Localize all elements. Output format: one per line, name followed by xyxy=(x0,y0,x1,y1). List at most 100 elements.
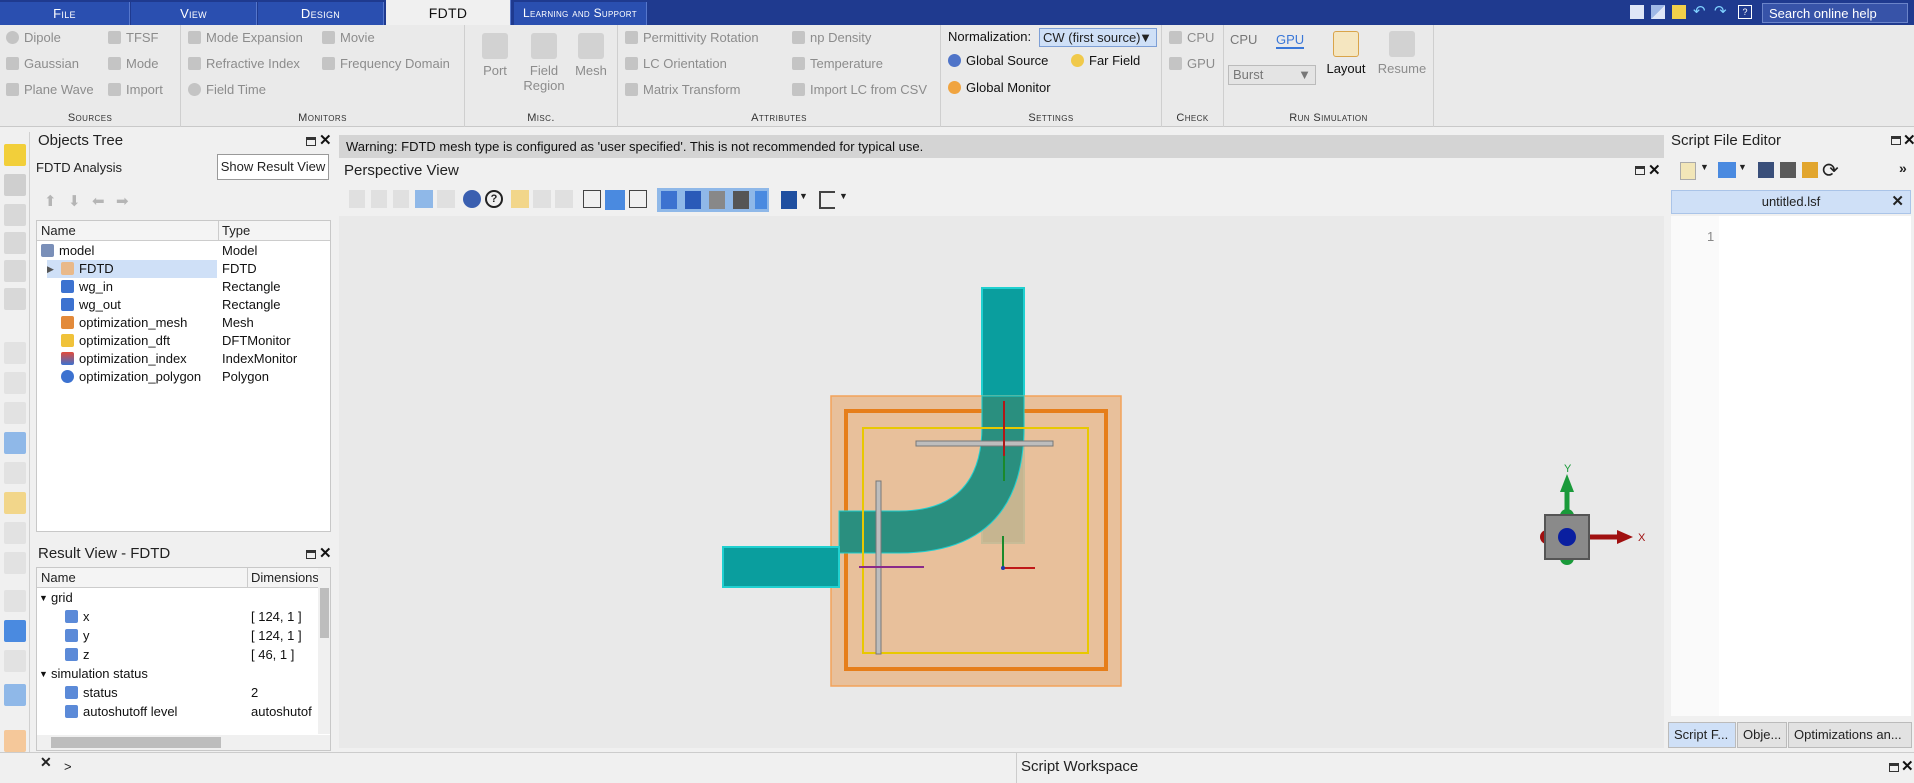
frequency-domain-button[interactable]: Frequency Domain xyxy=(322,56,450,71)
run-mode-select[interactable]: Burst ▼ xyxy=(1228,65,1316,85)
result-row[interactable]: status 2 xyxy=(37,684,317,702)
save-as-icon[interactable] xyxy=(1780,162,1796,178)
solid-view-icon[interactable] xyxy=(661,191,677,209)
close-icon[interactable]: ✕ xyxy=(40,754,52,771)
temperature-button[interactable]: Temperature xyxy=(792,56,883,71)
resume-button[interactable]: Resume xyxy=(1374,31,1430,76)
tab-fdtd[interactable]: FDTD xyxy=(386,0,511,25)
zoom-extent-icon[interactable] xyxy=(511,190,529,208)
array-icon[interactable] xyxy=(4,260,26,282)
search-online-help[interactable]: Search online help xyxy=(1762,3,1908,23)
zoom-in-icon[interactable] xyxy=(4,522,26,544)
view-3d-icon[interactable] xyxy=(4,620,26,642)
tree-row[interactable]: wg_in Rectangle xyxy=(37,278,330,296)
np-density-button[interactable]: np Density xyxy=(792,30,871,45)
view-xz-icon[interactable] xyxy=(629,190,647,208)
scroll-thumb[interactable] xyxy=(51,737,221,748)
scene-svg[interactable]: Y X xyxy=(339,216,1664,748)
move-down-icon[interactable]: ⬇ xyxy=(68,192,81,210)
redo-icon[interactable]: ↷ xyxy=(1714,4,1728,19)
tab-view[interactable]: View xyxy=(131,2,257,25)
move-left-icon[interactable]: ⬅ xyxy=(92,192,105,210)
gaussian-button[interactable]: Gaussian xyxy=(6,56,79,71)
folder-icon[interactable] xyxy=(1802,162,1818,178)
permittivity-rotation-button[interactable]: Permittivity Rotation xyxy=(625,30,759,45)
script-editor-area[interactable]: 1 xyxy=(1671,216,1911,716)
float-icon[interactable] xyxy=(1889,763,1899,772)
refractive-index-button[interactable]: Refractive Index xyxy=(188,56,300,71)
dropdown-arrow-icon[interactable]: ▼ xyxy=(1738,162,1747,172)
collapse-icon[interactable]: ▼ xyxy=(39,665,48,683)
result-row[interactable]: z[ 46, 1 ] xyxy=(37,646,317,664)
dipole-button[interactable]: Dipole xyxy=(6,30,61,45)
edit-properties-icon[interactable] xyxy=(4,174,26,196)
run-tab-gpu[interactable]: GPU xyxy=(1276,32,1305,49)
tab-design[interactable]: Design xyxy=(258,2,384,25)
tab-objects[interactable]: Obje... xyxy=(1737,722,1787,748)
layout-grid-icon[interactable] xyxy=(819,191,835,209)
layout-button[interactable]: Layout xyxy=(1320,31,1372,76)
collapse-icon[interactable]: ▼ xyxy=(39,589,48,607)
plane-wave-button[interactable]: Plane Wave xyxy=(6,82,94,97)
lc-orientation-button[interactable]: LC Orientation xyxy=(625,56,727,71)
tree-row[interactable]: optimization_index IndexMonitor xyxy=(37,350,330,368)
tab-script-file[interactable]: Script F... xyxy=(1668,722,1736,748)
move-right-icon[interactable]: ➡ xyxy=(116,192,129,210)
monitor-out[interactable] xyxy=(915,440,1054,447)
import-button[interactable]: Import xyxy=(108,82,163,97)
zoom-out-icon[interactable] xyxy=(4,552,26,574)
view-xz-icon[interactable] xyxy=(4,650,26,672)
zoom-region-icon[interactable] xyxy=(4,372,26,394)
float-icon[interactable] xyxy=(306,550,316,559)
global-source-button[interactable]: Global Source xyxy=(948,53,1048,68)
wg-in[interactable] xyxy=(722,546,840,588)
result-row-group[interactable]: ▼ simulation status xyxy=(37,665,317,683)
far-field-button[interactable]: Far Field xyxy=(1071,53,1140,68)
tab-file[interactable]: File xyxy=(0,2,130,25)
show-result-view-button[interactable]: Show Result View xyxy=(217,154,329,180)
dropdown-arrow-icon[interactable]: ▼ xyxy=(839,191,848,201)
normalization-select[interactable]: CW (first source) ▼ xyxy=(1039,28,1157,47)
perspective-canvas[interactable]: Y X xyxy=(339,216,1664,748)
result-row[interactable]: autoshutoff level autoshutof xyxy=(37,703,317,721)
zoom-icon[interactable] xyxy=(4,492,26,514)
result-row[interactable]: x[ 124, 1 ] xyxy=(37,608,317,626)
undo-icon[interactable]: ↶ xyxy=(1693,4,1707,19)
help-icon[interactable]: ? xyxy=(1738,5,1752,19)
port-button[interactable]: Port xyxy=(475,33,515,78)
help-icon[interactable]: ? xyxy=(485,190,503,208)
new-file-icon[interactable] xyxy=(1680,162,1696,180)
box-icon[interactable] xyxy=(781,191,797,209)
overflow-icon[interactable]: » xyxy=(1899,160,1907,176)
tree-row-selected[interactable]: ▶ FDTD FDTD xyxy=(37,260,330,278)
mesh-button[interactable]: Mesh xyxy=(571,33,611,78)
open-file-icon[interactable] xyxy=(1718,162,1736,178)
tab-optimizations[interactable]: Optimizations an... xyxy=(1788,722,1912,748)
view-mode-icon[interactable] xyxy=(4,684,26,706)
ruler-icon[interactable] xyxy=(4,462,26,484)
mode-expansion-button[interactable]: Mode Expansion xyxy=(188,30,303,45)
chart-icon[interactable] xyxy=(1651,5,1665,19)
import-lc-csv-button[interactable]: Import LC from CSV xyxy=(792,82,927,97)
scroll-thumb[interactable] xyxy=(320,588,329,638)
rotate-icon[interactable] xyxy=(415,190,433,208)
grid-icon[interactable] xyxy=(4,730,26,752)
script-file-tab[interactable]: untitled.lsf ✕ xyxy=(1671,190,1911,214)
close-icon[interactable]: ✕ xyxy=(1901,757,1914,775)
dropdown-arrow-icon[interactable]: ▼ xyxy=(1700,162,1709,172)
field-time-button[interactable]: Field Time xyxy=(188,82,266,97)
save-icon[interactable] xyxy=(1758,162,1774,178)
tfsf-button[interactable]: TFSF xyxy=(108,30,159,45)
zoom-out-icon[interactable] xyxy=(555,190,573,208)
refresh-icon[interactable]: ⟳ xyxy=(1822,158,1839,183)
delete-icon[interactable] xyxy=(4,288,26,310)
zoom-region-icon[interactable] xyxy=(371,190,387,208)
movie-button[interactable]: Movie xyxy=(322,30,375,45)
settings-icon[interactable] xyxy=(463,190,481,208)
wireframe-icon[interactable] xyxy=(685,191,701,209)
tree-row[interactable]: wg_out Rectangle xyxy=(37,296,330,314)
select-icon[interactable] xyxy=(349,190,365,208)
pyramid-icon[interactable] xyxy=(4,232,26,254)
structures-icon[interactable] xyxy=(4,204,26,226)
tree-row[interactable]: optimization_dft DFTMonitor xyxy=(37,332,330,350)
